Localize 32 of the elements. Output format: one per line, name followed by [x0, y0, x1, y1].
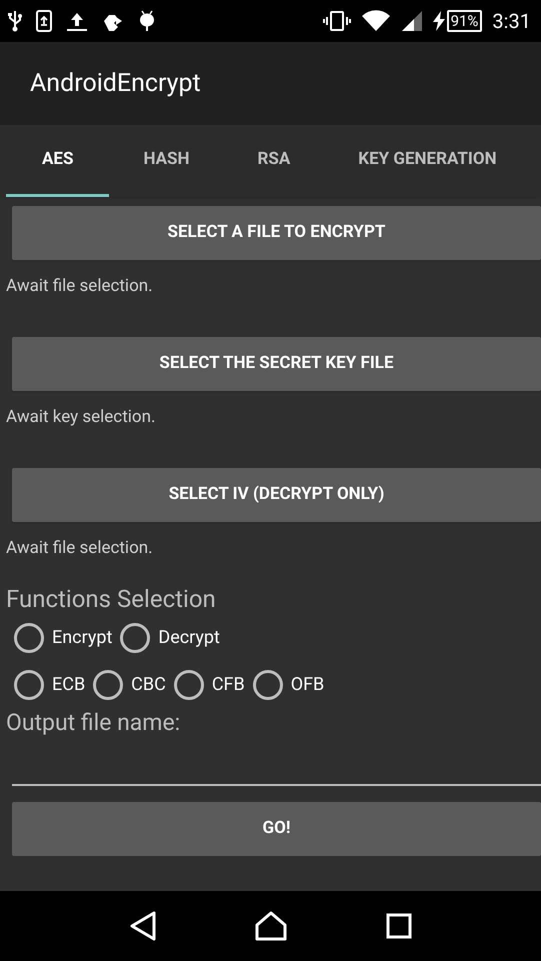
- radio-option[interactable]: Decrypt: [120, 622, 220, 652]
- usb-icon: [8, 10, 22, 32]
- select-button[interactable]: SELECT A FILE TO ENCRYPT: [12, 206, 541, 260]
- section-heading: Functions Selection: [5, 584, 217, 614]
- radio-option[interactable]: CBC: [93, 670, 166, 700]
- signal-icon: [400, 10, 423, 32]
- android-icon: [138, 9, 156, 33]
- tab[interactable]: KEY GENERATION: [324, 125, 531, 197]
- bolt-icon: [432, 11, 445, 31]
- clock: 3:31: [492, 8, 531, 35]
- battery-level: 91%: [446, 10, 482, 32]
- tab[interactable]: RSA: [224, 125, 324, 197]
- select-button[interactable]: SELECT IV (DECRYPT ONLY): [12, 468, 541, 522]
- radio-option[interactable]: OFB: [252, 670, 324, 700]
- tab[interactable]: AES: [6, 125, 110, 197]
- back-icon[interactable]: [129, 911, 158, 941]
- app-title: AndroidEncrypt: [30, 68, 201, 100]
- phone-icon: [36, 10, 52, 32]
- select-button[interactable]: SELECT THE SECRET KEY FILE: [12, 337, 541, 391]
- status-text: Await key selection.: [5, 406, 156, 428]
- status-text: Await file selection.: [5, 537, 154, 559]
- status-text: Await file selection.: [5, 275, 154, 297]
- vibrate-icon: [322, 11, 351, 31]
- home-icon[interactable]: [255, 911, 288, 941]
- radio-option[interactable]: ECB: [14, 670, 86, 700]
- field-label: Output file name:: [5, 708, 182, 738]
- radio-option[interactable]: CFB: [174, 670, 245, 700]
- recents-icon[interactable]: [386, 913, 412, 939]
- radio-option[interactable]: Encrypt: [14, 622, 112, 652]
- wifi-icon: [360, 10, 391, 32]
- go-button[interactable]: GO!: [12, 802, 541, 856]
- tab[interactable]: HASH: [109, 125, 224, 197]
